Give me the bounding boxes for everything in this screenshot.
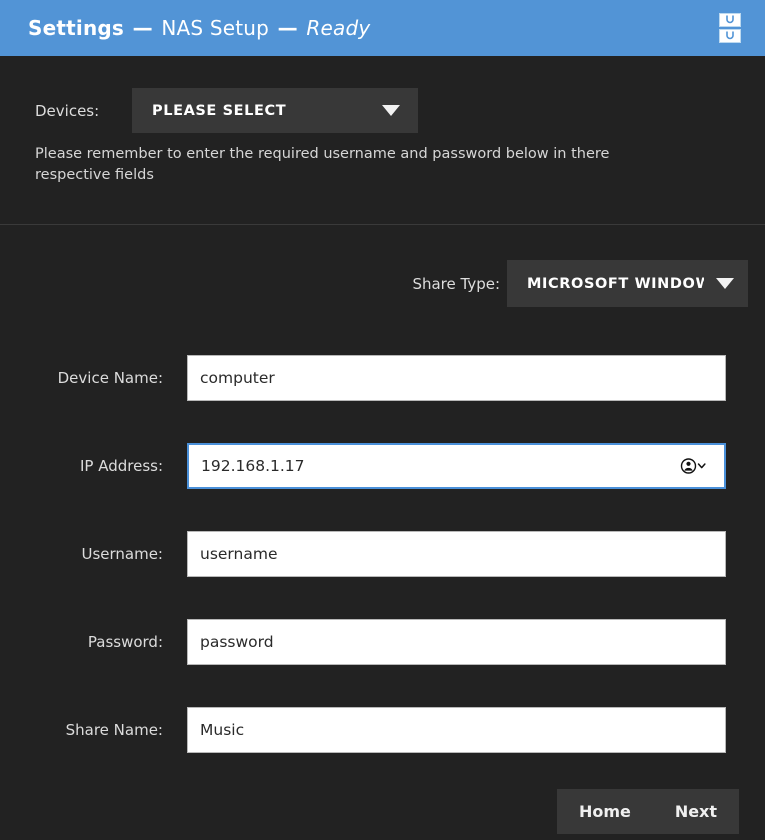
- field-row-password: Password: password: [0, 619, 765, 665]
- share-name-input[interactable]: Music: [187, 707, 726, 753]
- window-title: Settings — NAS Setup — Ready: [28, 16, 717, 40]
- field-row-username: Username: username: [0, 531, 765, 577]
- chevron-down-icon: [382, 105, 400, 116]
- title-bar: Settings — NAS Setup — Ready: [0, 0, 765, 56]
- share-type-row: Share Type: MICROSOFT WINDOW...: [0, 260, 765, 307]
- share-type-select[interactable]: MICROSOFT WINDOW...: [507, 260, 748, 307]
- devices-section: Devices: PLEASE SELECT Please remember t…: [0, 56, 765, 225]
- devices-label: Devices:: [35, 101, 100, 120]
- share-name-label: Share Name:: [65, 721, 163, 739]
- file-cabinet-icon[interactable]: [717, 12, 743, 44]
- title-separator-1: —: [132, 16, 153, 40]
- device-name-label: Device Name:: [57, 369, 163, 387]
- title-status: Ready: [306, 16, 371, 40]
- autofill-person-icon[interactable]: [680, 458, 710, 474]
- ip-address-label: IP Address:: [79, 457, 163, 475]
- password-value: password: [200, 633, 274, 651]
- device-name-value: computer: [200, 369, 275, 387]
- username-label: Username:: [81, 545, 163, 563]
- ip-address-input[interactable]: 192.168.1.17: [187, 443, 726, 489]
- home-button[interactable]: Home: [573, 798, 637, 825]
- nas-setup-window: Settings — NAS Setup — Ready Devices: PL…: [0, 0, 765, 840]
- username-value: username: [200, 545, 278, 563]
- next-button[interactable]: Next: [669, 798, 723, 825]
- field-row-ip-address: IP Address: 192.168.1.17: [0, 443, 765, 489]
- title-app-name: Settings: [28, 16, 125, 40]
- username-input[interactable]: username: [187, 531, 726, 577]
- device-name-input[interactable]: computer: [187, 355, 726, 401]
- devices-help-text: Please remember to enter the required us…: [35, 146, 610, 183]
- ip-address-value: 192.168.1.17: [201, 457, 305, 475]
- footer-button-bar: Home Next: [557, 789, 739, 834]
- password-input[interactable]: password: [187, 619, 726, 665]
- share-name-value: Music: [200, 721, 245, 739]
- password-label: Password:: [87, 633, 163, 651]
- title-page-name: NAS Setup: [161, 16, 270, 40]
- chevron-down-icon: [716, 278, 734, 289]
- field-row-share-name: Share Name: Music: [0, 707, 765, 753]
- share-type-select-value: MICROSOFT WINDOW...: [527, 275, 704, 292]
- devices-select[interactable]: PLEASE SELECT: [132, 88, 418, 133]
- share-type-label: Share Type:: [412, 274, 500, 293]
- title-separator-2: —: [277, 16, 298, 40]
- devices-row: Devices: PLEASE SELECT: [35, 88, 418, 133]
- field-row-device-name: Device Name: computer: [0, 355, 765, 401]
- devices-select-value: PLEASE SELECT: [152, 102, 287, 119]
